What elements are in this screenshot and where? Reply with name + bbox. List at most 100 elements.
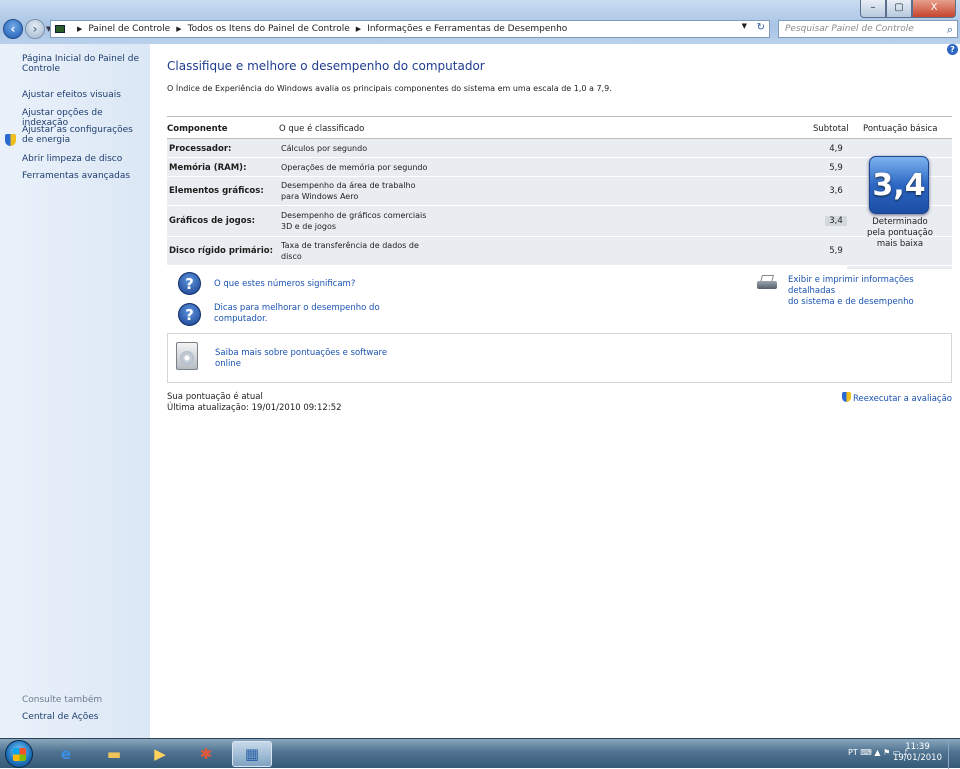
row-subtotal-lowest: 3,4	[825, 216, 847, 226]
show-desktop-button[interactable]	[948, 739, 960, 769]
media-player-icon[interactable]: ▶	[140, 741, 180, 767]
address-dropdown-icon[interactable]: ▼	[742, 22, 747, 30]
header-subtotal: Subtotal	[813, 124, 849, 134]
table-header: Componente O que é classificado Subtotal…	[167, 116, 952, 139]
row-description: Cálculos por segundo	[281, 144, 368, 153]
row-description: Operações de memória por segundo	[281, 163, 428, 172]
taskbar: e ▬ ▶ ✱ ▦ PT ⌨ ▲ ⚑ ▭ ♪ 11:39 19/01/2010	[0, 738, 960, 769]
table-row: Memória (RAM): Operações de memória por …	[167, 158, 952, 177]
tips-link-line: Dicas para melhorar o desempenho do	[214, 303, 380, 313]
breadcrumb-control-panel[interactable]: Painel de Controle	[88, 24, 170, 34]
breadcrumb-performance[interactable]: Informações e Ferramentas de Desempenho	[367, 24, 567, 34]
start-button[interactable]	[5, 740, 33, 768]
back-button[interactable]: ‹	[3, 19, 23, 39]
row-subtotal: 5,9	[829, 246, 843, 256]
forward-button[interactable]: ›	[25, 19, 45, 39]
print-link-line: do sistema e de desempenho	[788, 297, 914, 307]
row-description: Desempenho da área de trabalho	[281, 181, 416, 190]
help-question-icon: ?	[178, 272, 201, 295]
row-subtotal: 3,6	[829, 186, 843, 196]
language-indicator[interactable]: PT	[848, 748, 858, 757]
last-update: Última atualização: 19/01/2010 09:12:52	[167, 403, 342, 413]
table-row: Elementos gráficos: Desempenho da área d…	[167, 177, 952, 206]
chevron-right-icon: ▶	[77, 25, 83, 33]
header-component: Componente	[167, 124, 228, 134]
software-cd-icon	[176, 342, 198, 370]
control-panel-icon[interactable]: ✱	[186, 741, 226, 767]
chevron-right-icon: ▶	[176, 25, 182, 33]
performance-icon[interactable]: ▦	[232, 741, 272, 767]
row-component: Processador:	[169, 144, 232, 154]
row-description-2: para Windows Aero	[281, 192, 359, 201]
score-status: Sua pontuação é atual	[167, 392, 263, 402]
header-rated: O que é classificado	[279, 124, 365, 134]
what-numbers-link[interactable]: O que estes números significam?	[214, 279, 355, 290]
flag-icon[interactable]: ⚑	[883, 748, 893, 757]
keyboard-icon[interactable]: ⌨	[860, 748, 874, 757]
row-description-2: 3D e de jogos	[281, 222, 337, 231]
sidebar-item-home[interactable]: Página Inicial do Painel de Controle	[22, 54, 140, 74]
clock-time: 11:39	[905, 742, 930, 752]
search-placeholder: Pesquisar Painel de Controle	[785, 24, 914, 34]
row-description-2: disco	[281, 252, 302, 261]
show-hidden-icons[interactable]: ▲	[874, 748, 883, 757]
row-component: Gráficos de jogos:	[169, 216, 256, 226]
control-panel-icon	[55, 25, 65, 33]
row-component: Disco rígido primário:	[169, 246, 273, 256]
print-details-link[interactable]: Exibir e imprimir informações detalhadas…	[788, 275, 960, 308]
address-bar[interactable]: ▶ Painel de Controle ▶ Todos os Itens do…	[50, 20, 770, 38]
row-subtotal: 5,9	[829, 163, 843, 173]
table-row: Processador: Cálculos por segundo 4,9	[167, 139, 952, 158]
learn-more-link[interactable]: Saiba mais sobre pontuações e software o…	[215, 348, 387, 370]
base-note-line: Determinado	[872, 217, 928, 227]
sidebar-item-advanced-tools[interactable]: Ferramentas avançadas	[22, 171, 130, 181]
shield-icon	[841, 392, 851, 402]
clock[interactable]: 11:39 19/01/2010	[893, 742, 942, 764]
windows-logo-icon	[13, 748, 26, 761]
maximize-button[interactable]: ▢	[886, 0, 912, 18]
rerun-assessment-link[interactable]: Reexecutar a avaliação	[841, 392, 952, 404]
table-row: Gráficos de jogos: Desempenho de gráfico…	[167, 206, 952, 237]
row-description: Taxa de transferência de dados de	[281, 241, 419, 250]
base-score-note: Determinado pela pontuação mais baixa	[857, 217, 943, 250]
main-content: ? Classifique e melhore o desempenho do …	[150, 44, 960, 738]
page-title: Classifique e melhore o desempenho do co…	[167, 59, 485, 73]
base-score-badge: 3,4	[869, 156, 929, 214]
base-note-line: mais baixa	[876, 239, 924, 249]
table-row: Disco rígido primário: Taxa de transferê…	[167, 237, 952, 266]
window-controls: – ▢ X	[860, 0, 956, 18]
ie-icon[interactable]: e	[46, 741, 86, 767]
learn-link-line: online	[215, 359, 241, 369]
shield-icon	[5, 134, 16, 146]
row-subtotal: 4,9	[829, 144, 843, 154]
learn-link-line: Saiba mais sobre pontuações e software	[215, 348, 388, 358]
row-description: Desempenho de gráficos comerciais	[281, 211, 427, 220]
close-button[interactable]: X	[912, 0, 956, 18]
rerun-label: Reexecutar a avaliação	[852, 394, 952, 404]
sidebar-item-power[interactable]: Ajustar as configurações de energia	[22, 125, 140, 145]
see-also-heading: Consulte também	[22, 695, 103, 705]
info-box: Saiba mais sobre pontuações e software o…	[167, 333, 952, 383]
nav-buttons: ‹ › ▼	[3, 19, 51, 39]
breadcrumb-all-items[interactable]: Todos os Itens do Painel de Controle	[188, 24, 350, 34]
title-bar: – ▢ X ‹ › ▼ ▶ Painel de Controle ▶ Todos…	[0, 0, 960, 44]
refresh-icon[interactable]: ↻	[757, 22, 765, 33]
search-icon[interactable]: ⌕	[947, 23, 953, 37]
chevron-right-icon: ▶	[355, 25, 362, 33]
sidebar-item-disk-cleanup[interactable]: Abrir limpeza de disco	[22, 154, 122, 164]
help-icon[interactable]: ?	[947, 44, 958, 55]
help-question-icon: ?	[178, 303, 201, 326]
search-input[interactable]: Pesquisar Painel de Controle ⌕	[778, 20, 958, 38]
print-link-line: Exibir e imprimir informações detalhadas	[788, 275, 914, 296]
sidebar-item-action-center[interactable]: Central de Ações	[22, 712, 98, 722]
explorer-icon[interactable]: ▬	[94, 741, 134, 767]
base-note-line: pela pontuação	[867, 228, 933, 238]
sidebar-item-visual-effects[interactable]: Ajustar efeitos visuais	[22, 90, 121, 100]
sidebar: Página Inicial do Painel de Controle Aju…	[0, 44, 150, 738]
clock-date: 19/01/2010	[893, 753, 942, 763]
minimize-button[interactable]: –	[860, 0, 886, 18]
tips-link-line: computador.	[214, 314, 268, 324]
printer-icon	[754, 275, 778, 293]
row-component: Memória (RAM):	[169, 163, 247, 173]
tips-link[interactable]: Dicas para melhorar o desempenho do comp…	[214, 303, 380, 325]
